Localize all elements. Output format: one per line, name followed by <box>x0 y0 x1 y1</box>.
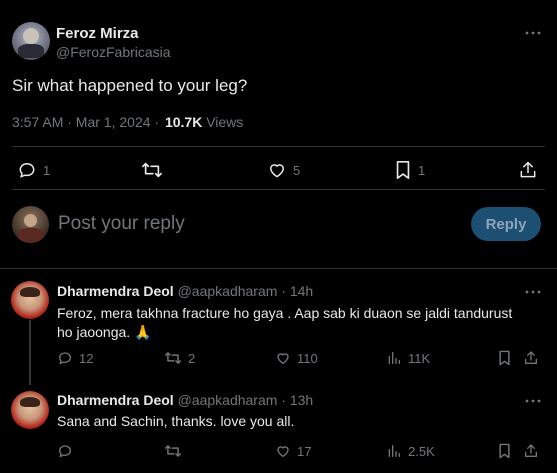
reply-action[interactable] <box>57 443 79 459</box>
analytics-icon <box>386 350 402 366</box>
reply-text: Sana and Sachin, thanks. love you all. <box>57 413 295 429</box>
heart-icon <box>275 443 291 459</box>
reply-header: Dharmendra Deol @aapkadharam · 14h <box>57 283 313 299</box>
retweet-icon <box>164 443 182 459</box>
bookmark-count: 1 <box>418 162 426 178</box>
reply-icon <box>57 350 73 366</box>
reply-action[interactable]: 12 <box>57 350 93 366</box>
retweet-icon <box>164 350 182 366</box>
tweet-timestamp[interactable]: 3:57 AM · Mar 1, 2024 · <box>12 114 159 130</box>
views-count: 11K <box>408 350 431 366</box>
analytics-icon <box>386 443 402 459</box>
reply-count: 12 <box>79 350 94 366</box>
reply-time[interactable]: · 14h <box>281 283 313 299</box>
reply-avatar[interactable] <box>11 281 49 319</box>
bookmark-icon <box>394 160 412 180</box>
like-action[interactable]: 110 <box>275 350 318 366</box>
reply-time[interactable]: · 13h <box>281 392 313 408</box>
reply-action[interactable]: 1 <box>17 160 50 180</box>
share-icon[interactable] <box>518 160 538 180</box>
bookmark-action[interactable]: 1 <box>394 160 425 180</box>
reply-author-name[interactable]: Dharmendra Deol <box>57 283 174 299</box>
views-count: 10.7K <box>164 114 203 130</box>
retweet-icon <box>141 160 163 180</box>
reply-author-handle[interactable]: @aapkadharam <box>178 283 278 299</box>
reply-text: Feroz, mera takhna fracture ho gaya . Aa… <box>57 304 547 342</box>
retweet-action[interactable]: 2 <box>164 350 195 366</box>
reply-button[interactable]: Reply <box>471 207 541 241</box>
like-action[interactable]: 5 <box>267 160 300 180</box>
views-action[interactable]: 2.5K <box>386 443 435 459</box>
reply-input[interactable] <box>58 210 458 238</box>
heart-icon <box>267 160 287 180</box>
bookmark-icon[interactable] <box>497 443 512 459</box>
reply-icon <box>17 160 37 180</box>
divider <box>0 268 557 269</box>
reply-author-name[interactable]: Dharmendra Deol <box>57 392 174 408</box>
share-icon[interactable] <box>523 350 539 366</box>
share-icon[interactable] <box>523 443 539 459</box>
views-action[interactable]: 11K <box>386 350 430 366</box>
more-horizontal-icon[interactable] <box>524 395 542 407</box>
reply-text-line: Feroz, mera takhna fracture ho gaya . Aa… <box>57 305 513 321</box>
divider <box>12 189 545 190</box>
author-avatar[interactable] <box>12 22 50 60</box>
heart-icon <box>275 350 291 366</box>
reply-count: 1 <box>43 162 51 178</box>
reply-text-line: ho jaoonga. 🙏 <box>57 324 152 340</box>
retweet-count: 2 <box>188 350 196 366</box>
reply-icon <box>57 443 73 459</box>
like-count: 110 <box>297 350 318 366</box>
tweet-meta: 3:57 AM · Mar 1, 2024 · 10.7K Views <box>12 114 243 130</box>
like-count: 5 <box>293 162 301 178</box>
like-count: 17 <box>297 443 312 459</box>
divider <box>12 146 545 147</box>
views-label: Views <box>206 114 244 130</box>
more-horizontal-icon[interactable] <box>524 27 542 39</box>
like-action[interactable]: 17 <box>275 443 311 459</box>
author-name[interactable]: Feroz Mirza <box>56 25 139 42</box>
retweet-action[interactable] <box>164 443 188 459</box>
tweet-text: Sir what happened to your leg? <box>12 76 248 95</box>
current-user-avatar[interactable] <box>12 206 49 243</box>
reply-avatar[interactable] <box>11 391 49 429</box>
bookmark-icon[interactable] <box>497 350 512 366</box>
thread-line <box>29 320 31 385</box>
more-horizontal-icon[interactable] <box>524 286 542 298</box>
author-handle[interactable]: @FerozFabricasia <box>56 44 171 60</box>
reply-header: Dharmendra Deol @aapkadharam · 13h <box>57 392 313 408</box>
views-count: 2.5K <box>408 443 435 459</box>
reply-author-handle[interactable]: @aapkadharam <box>178 392 278 408</box>
retweet-action[interactable] <box>141 160 169 180</box>
